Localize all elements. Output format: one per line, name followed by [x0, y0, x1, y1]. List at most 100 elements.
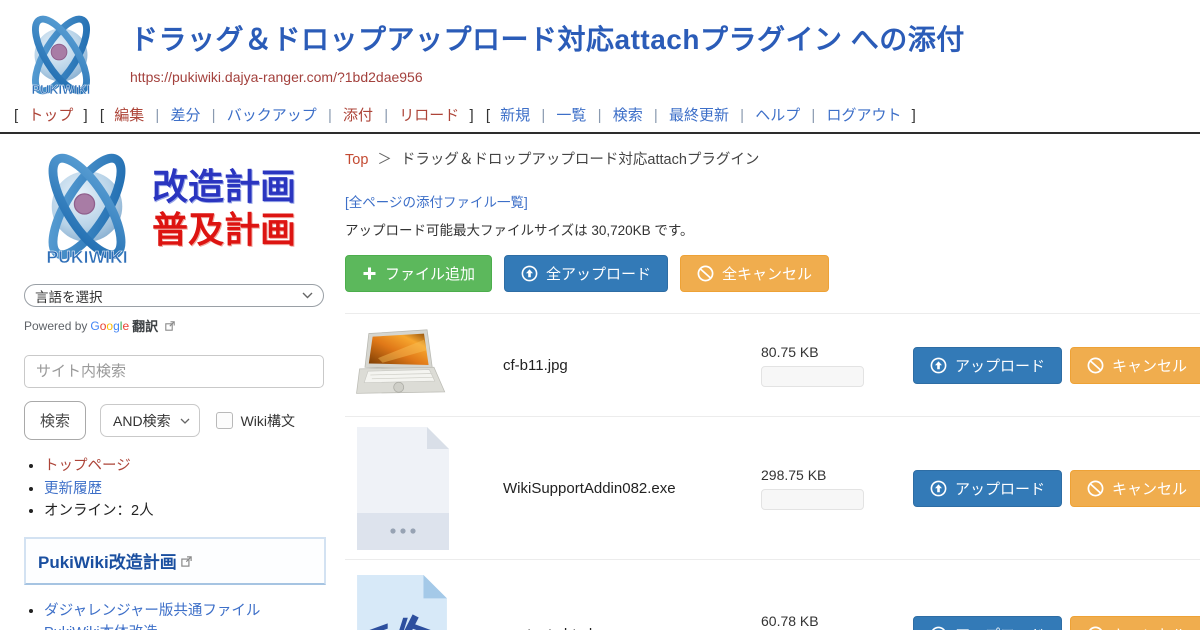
- online-count: オンライン：2人: [44, 503, 154, 519]
- nav-item-new[interactable]: 新規: [500, 107, 530, 124]
- google-translate-attribution: Powered by Google 翻訳: [24, 316, 329, 335]
- generic-file-icon: [355, 425, 451, 552]
- upload-button[interactable]: アップロード: [913, 347, 1062, 384]
- bracket: [: [100, 107, 104, 124]
- file-row: WikiSupportAddin082.exe 298.75 KB アップロード: [345, 416, 1200, 559]
- cancel-button-label: キャンセル: [1112, 478, 1187, 499]
- add-files-button[interactable]: ファイル追加: [345, 255, 492, 292]
- sidebar-link-common-files[interactable]: ダジャレンジャー版共通ファイル: [44, 603, 260, 619]
- nav-item-recent[interactable]: 最終更新: [669, 107, 729, 124]
- sidebar: PUKIWIKI 改造計画 普及計画 言語を選択 Powered by Goog…: [0, 134, 345, 630]
- cancel-button[interactable]: キャンセル: [1070, 470, 1200, 507]
- wiki-syntax-checkbox[interactable]: [216, 412, 233, 429]
- list-item: PukiWiki本体改造: [44, 624, 329, 630]
- translate-label: 翻訳: [132, 316, 158, 335]
- main-content: Top ＞ ドラッグ＆ドロップアップロード対応attachプラグイン [全ページの添…: [345, 134, 1200, 630]
- pukiwiki-page: PUKIWIKI ドラッグ＆ドロップアップロード対応attachプラグイン への…: [0, 0, 1200, 630]
- powered-by-text: Powered by: [24, 319, 87, 333]
- file-size-cell: 60.78 KB: [761, 613, 913, 630]
- cancel-button-label: キャンセル: [1112, 624, 1187, 630]
- chevron-down-icon: [180, 418, 190, 424]
- nav-item-top[interactable]: トップ: [28, 107, 73, 124]
- list-item: 更新履歴: [44, 480, 329, 500]
- nav-item-help[interactable]: ヘルプ: [755, 107, 800, 124]
- nav-item-search[interactable]: 検索: [613, 107, 643, 124]
- separator: |: [811, 107, 815, 124]
- upload-button[interactable]: アップロード: [913, 470, 1062, 507]
- header-text: ドラッグ＆ドロップアップロード対応attachプラグイン への添付 https:…: [130, 6, 965, 87]
- upload-all-button[interactable]: 全アップロード: [504, 255, 668, 292]
- add-files-label: ファイル追加: [385, 263, 475, 284]
- file-size: 298.75 KB: [761, 467, 826, 483]
- nav-item-backup[interactable]: バックアップ: [227, 107, 317, 124]
- breadcrumb-separator: ＞: [377, 152, 392, 168]
- ban-circle-icon: [1087, 626, 1104, 630]
- breadcrumb-current: ドラッグ＆ドロップアップロード対応attachプラグイン: [401, 152, 760, 168]
- search-button[interactable]: 検索: [24, 401, 86, 440]
- nav-item-logout[interactable]: ログアウト: [826, 107, 901, 124]
- code-file-icon: </>: [355, 573, 449, 630]
- sidebar-link-history[interactable]: 更新履歴: [44, 481, 102, 497]
- page-url-link[interactable]: https://pukiwiki.dajya-ranger.com/?1bd2d…: [130, 69, 423, 85]
- nav-item-edit[interactable]: 編集: [114, 107, 144, 124]
- logo-wordmark: PUKIWIKI: [32, 82, 91, 97]
- upload-file-list: cf-b11.jpg 80.75 KB アップロード: [345, 313, 1200, 630]
- separator: |: [384, 107, 388, 124]
- page-header: PUKIWIKI ドラッグ＆ドロップアップロード対応attachプラグイン への…: [0, 0, 1200, 100]
- upload-button[interactable]: アップロード: [913, 616, 1062, 630]
- breadcrumb: Top ＞ ドラッグ＆ドロップアップロード対応attachプラグイン: [345, 142, 1200, 169]
- bracket: ]: [84, 107, 88, 124]
- upload-button-label: アップロード: [955, 624, 1045, 630]
- bracket: [: [14, 107, 18, 124]
- laptop-photo-thumbnail: [355, 326, 447, 404]
- nav-item-reload[interactable]: リロード: [399, 107, 459, 124]
- file-row: cf-b11.jpg 80.75 KB アップロード: [345, 313, 1200, 416]
- pukiwiki-atom-logo[interactable]: PUKIWIKI: [12, 6, 110, 100]
- slogan-line-fukyu: 普及計画: [152, 209, 296, 252]
- circle-arrow-up-icon: [930, 480, 947, 497]
- external-link-icon: [181, 556, 192, 567]
- sidebar-logo[interactable]: PUKIWIKI 改造計画 普及計画: [24, 146, 329, 272]
- sidebar-logo-slogan: 改造計画 普及計画: [152, 166, 296, 252]
- circle-arrow-up-icon: [521, 265, 538, 282]
- separator: |: [328, 107, 332, 124]
- list-item: トップページ: [44, 457, 329, 477]
- site-search-input[interactable]: [24, 355, 324, 388]
- upload-toolbar: ファイル追加 全アップロード 全キャンセル: [345, 255, 1200, 292]
- bracket: ]: [912, 107, 916, 124]
- upload-progress-bar: [761, 366, 864, 387]
- upload-button-label: アップロード: [955, 355, 1045, 376]
- file-row-actions: アップロード キャンセル: [913, 347, 1200, 384]
- separator: |: [740, 107, 744, 124]
- separator: |: [598, 107, 602, 124]
- language-select[interactable]: 言語を選択: [24, 284, 324, 307]
- ban-circle-icon: [1087, 480, 1104, 497]
- cancel-all-button[interactable]: 全キャンセル: [680, 255, 829, 292]
- nav-item-list[interactable]: 一覧: [556, 107, 586, 124]
- all-attachments-link[interactable]: [全ページの添付ファイル一覧]: [345, 191, 528, 211]
- max-upload-size-text: アップロード可能最大ファイルサイズは 30,720KB です。: [345, 219, 1200, 239]
- svg-text:</>: </>: [356, 610, 444, 630]
- cancel-button[interactable]: キャンセル: [1070, 347, 1200, 384]
- file-name: cf-b11.jpg: [503, 357, 761, 374]
- upload-progress-bar: [761, 489, 864, 510]
- sidebar-link-toppage[interactable]: トップページ: [44, 458, 131, 474]
- sidebar-section-title-link[interactable]: PukiWiki改造計画: [38, 553, 177, 572]
- separator: |: [541, 107, 545, 124]
- nav-item-attach[interactable]: 添付: [343, 107, 373, 124]
- bracket: ]: [469, 107, 473, 124]
- list-item: ダジャレンジャー版共通ファイル: [44, 602, 329, 622]
- breadcrumb-home-link[interactable]: Top: [345, 152, 368, 168]
- nav-bar: [ トップ ] [ 編集 | 差分 | バックアップ | 添付 | リロード ]…: [0, 100, 1200, 132]
- file-size: 80.75 KB: [761, 344, 819, 360]
- sidebar-link-core-mod[interactable]: PukiWiki本体改造: [44, 625, 158, 630]
- search-mode-select[interactable]: AND検索: [100, 404, 200, 437]
- logo-wordmark: PUKIWIKI: [46, 247, 127, 267]
- list-item: オンライン：2人: [44, 502, 329, 522]
- nav-item-diff[interactable]: 差分: [170, 107, 200, 124]
- cancel-button[interactable]: キャンセル: [1070, 616, 1200, 630]
- sidebar-top-links: トップページ 更新履歴 オンライン：2人: [44, 457, 329, 522]
- circle-arrow-up-icon: [930, 626, 947, 630]
- file-size: 60.78 KB: [761, 613, 819, 629]
- google-logo: Google: [90, 319, 129, 333]
